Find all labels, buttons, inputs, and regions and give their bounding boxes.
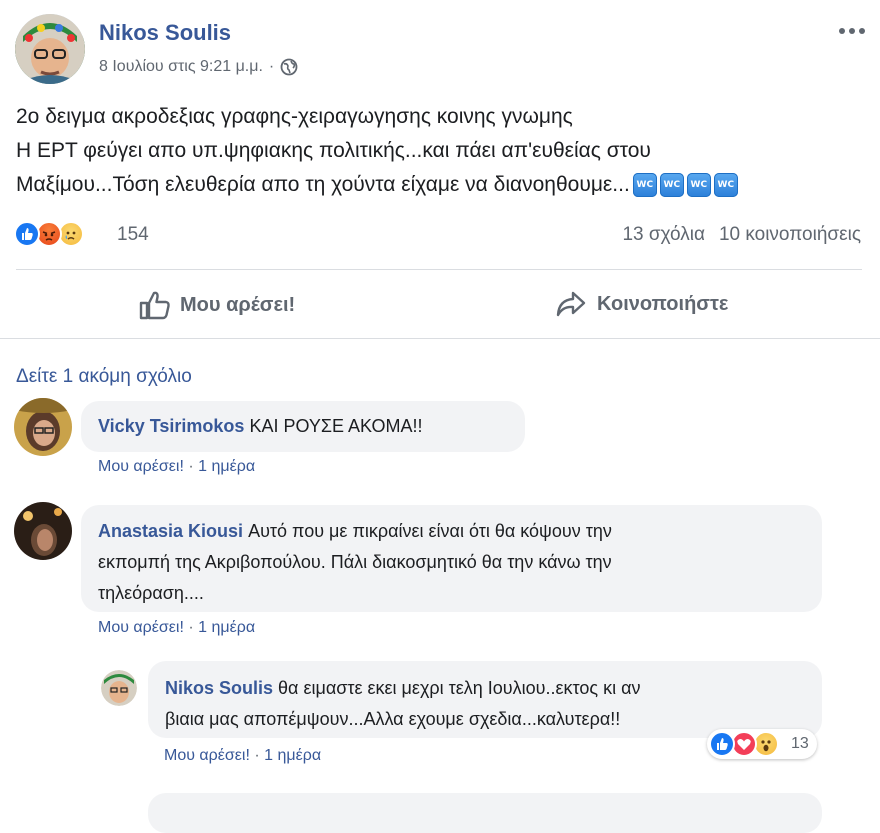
reply-author-name[interactable]: Nikos Soulis: [165, 678, 273, 698]
wc-emoji-icon: WC: [713, 173, 738, 198]
like-button[interactable]: Μου αρέσει!: [138, 289, 295, 321]
comment-like-link[interactable]: Μου αρέσει!: [98, 458, 184, 475]
post-timestamp[interactable]: 8 Ιουλίου στις 9:21 μ.μ.: [99, 58, 263, 76]
commenter-avatar[interactable]: [14, 502, 72, 560]
wc-emoji-icon: WC: [686, 173, 711, 198]
reply-text-line: Nikos Soulis θα ειμαστε εκει μεχρι τελη …: [165, 673, 805, 704]
comment-bubble: Anastasia Kiousi Αυτό που με πικραίνει ε…: [81, 505, 822, 612]
shares-count[interactable]: 10 κοινοποιήσεις: [719, 224, 861, 246]
comment-like-link[interactable]: Μου αρέσει!: [98, 619, 184, 636]
post-reactions[interactable]: 154: [14, 219, 154, 251]
divider: [0, 338, 880, 339]
comment-author-name[interactable]: Vicky Tsirimokos: [98, 416, 244, 436]
reply-like-link[interactable]: Μου αρέσει!: [164, 747, 250, 764]
post-text-line-content: Μαξίμου...Τόση ελευθερία απο τη χούντα ε…: [16, 173, 630, 196]
comment-time[interactable]: 1 ημέρα: [198, 458, 255, 475]
thumbs-up-icon: [138, 289, 172, 321]
reply-time[interactable]: 1 ημέρα: [264, 747, 321, 764]
wc-emoji-icon: WC: [659, 173, 684, 198]
meta-separator: ·: [188, 458, 194, 475]
comment-text: Αυτό που με πικραίνει είναι ότι θα κόψου…: [248, 521, 612, 541]
author-avatar[interactable]: [15, 14, 85, 84]
reply-text-line: βιαια μας αποπέμψουν...Αλλα εχουμε σχεδι…: [165, 709, 621, 729]
reactions-count[interactable]: 154: [117, 224, 149, 246]
wc-emoji-icon: WC: [632, 173, 657, 198]
commenter-avatar[interactable]: [14, 398, 72, 456]
post-author-name[interactable]: Nikos Soulis: [99, 20, 231, 46]
comment-time[interactable]: 1 ημέρα: [198, 619, 255, 636]
comments-count[interactable]: 13 σχόλια: [622, 224, 705, 246]
comment-author-name[interactable]: Anastasia Kiousi: [98, 521, 243, 541]
post-counts: 13 σχόλια 10 κοινοποιήσεις: [622, 224, 861, 246]
meta-separator: ·: [254, 747, 260, 764]
reply-text: θα ειμαστε εκει μεχρι τελη Ιουλιου..εκτο…: [278, 678, 641, 698]
comment-bubble: Vicky Tsirimokos ΚΑΙ ΡΟΥΣΕ ΑΚΟΜΑ!!: [81, 401, 525, 452]
comment-meta: Μου αρέσει! · 1 ημέρα: [98, 458, 255, 476]
reply-avatar[interactable]: [101, 670, 137, 706]
meta-separator: ·: [268, 58, 275, 75]
reply-meta: Μου αρέσει! · 1 ημέρα: [164, 747, 321, 765]
comment-text-line: εκπομπή της Ακριβοπούλου. Πάλι διακοσμητ…: [98, 552, 612, 572]
post-text: 2ο δειγμα ακροδεξιας γραφης-χειραγωγησης…: [16, 100, 876, 202]
view-more-comments-link[interactable]: Δείτε 1 ακόμη σχόλιο: [16, 366, 192, 388]
globe-icon[interactable]: [280, 58, 298, 76]
like-button-label: Μου αρέσει!: [180, 293, 296, 316]
post-text-line: 2ο δειγμα ακροδεξιας γραφης-χειραγωγησης…: [16, 105, 573, 128]
share-arrow-icon: [555, 289, 587, 319]
ellipsis-icon[interactable]: [836, 24, 868, 38]
like-icon: [709, 731, 735, 757]
comment-meta: Μου αρέσει! · 1 ημέρα: [98, 619, 255, 637]
share-button[interactable]: Κοινοποιήστε: [555, 289, 728, 319]
post-text-line: Η ΕΡΤ φεύγει απο υπ.ψηφιακης πολιτικής..…: [16, 139, 651, 162]
reply-bubble: Nikos Soulis θα ειμαστε εκει μεχρι τελη …: [148, 661, 822, 738]
like-icon: [14, 221, 40, 247]
post-meta: 8 Ιουλίου στις 9:21 μ.μ. ·: [99, 58, 298, 76]
divider: [16, 269, 862, 270]
next-comment-bubble: [148, 793, 822, 833]
comment-text-line: Anastasia Kiousi Αυτό που με πικραίνει ε…: [98, 516, 805, 547]
post-text-line: Μαξίμου...Τόση ελευθερία απο τη χούντα ε…: [16, 168, 876, 202]
reply-reactions[interactable]: 13: [707, 729, 817, 759]
comment-text-line: τηλεόραση....: [98, 583, 204, 603]
reply-reactions-count: 13: [791, 735, 809, 752]
meta-separator: ·: [188, 619, 194, 636]
comment-text: ΚΑΙ ΡΟΥΣΕ ΑΚΟΜΑ!!: [249, 416, 423, 436]
share-button-label: Κοινοποιήστε: [597, 292, 729, 315]
